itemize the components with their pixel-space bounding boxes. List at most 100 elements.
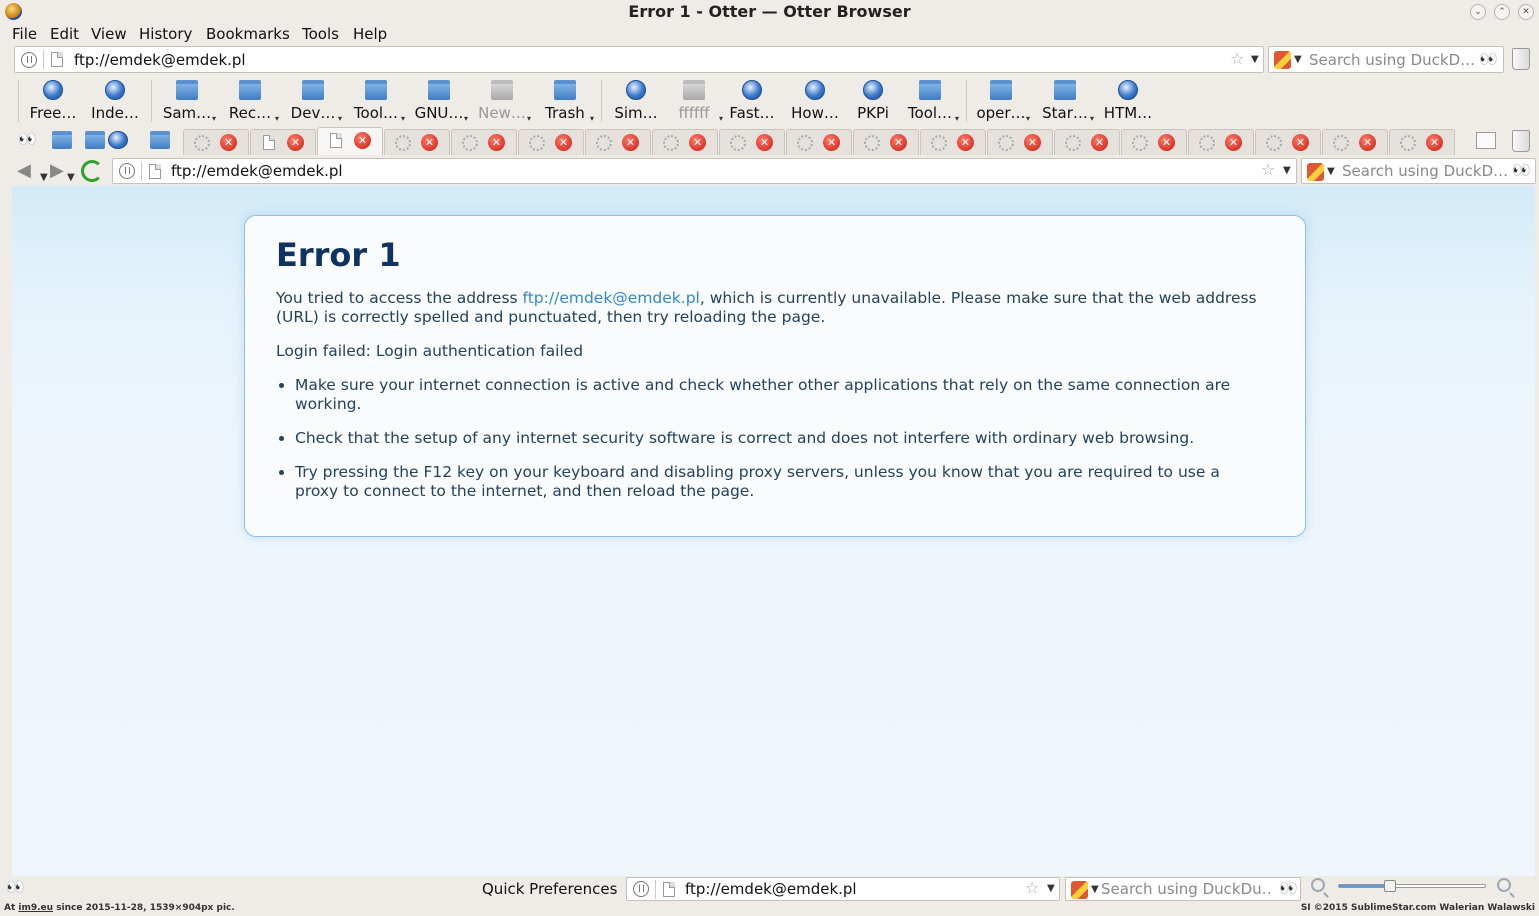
trash-icon[interactable] <box>1512 130 1530 152</box>
bookmark-item[interactable]: Sim… <box>605 76 667 126</box>
close-tab-icon[interactable]: ✕ <box>1359 134 1376 151</box>
binoculars-icon[interactable]: 👀 <box>1479 50 1498 68</box>
chevron-down-icon[interactable]: ▼ <box>67 172 75 183</box>
tab[interactable]: ✕ <box>183 129 249 155</box>
bookmark-star-icon[interactable]: ☆ <box>1025 878 1039 897</box>
close-tab-icon[interactable]: ✕ <box>756 134 773 151</box>
globe-icon[interactable] <box>119 163 135 179</box>
menu-tools[interactable]: Tools <box>302 25 339 43</box>
search-field-top[interactable]: ▼ Search using DuckD… 👀 <box>1268 46 1504 73</box>
binoculars-icon[interactable]: 👀 <box>1512 161 1531 179</box>
address-text[interactable]: ftp://emdek@emdek.pl <box>685 880 857 898</box>
menu-history[interactable]: History <box>139 25 192 43</box>
bookmark-item[interactable]: Inde… <box>84 76 146 126</box>
address-bar[interactable]: ftp://emdek@emdek.pl ☆ ▼ <box>112 158 1297 184</box>
folder-icon[interactable] <box>85 131 105 149</box>
globe-icon[interactable] <box>21 52 37 68</box>
close-tab-icon[interactable]: ✕ <box>1426 134 1443 151</box>
tab[interactable]: ✕ <box>451 129 517 155</box>
tab-active[interactable]: ✕ <box>317 127 383 155</box>
reload-icon[interactable] <box>81 160 103 182</box>
close-tab-icon[interactable]: ✕ <box>957 134 974 151</box>
folder-icon[interactable] <box>52 131 72 149</box>
back-arrow-icon[interactable]: ◀ <box>17 160 31 181</box>
bookmark-item[interactable]: Free… <box>22 76 84 126</box>
close-tab-icon[interactable]: ✕ <box>555 134 572 151</box>
close-tab-icon[interactable]: ✕ <box>1158 134 1175 151</box>
quick-preferences-button[interactable]: Quick Preferences <box>482 880 617 898</box>
search-placeholder[interactable]: Search using DuckDu… <box>1101 880 1273 898</box>
bookmark-item[interactable]: How… <box>784 76 846 126</box>
chevron-down-icon[interactable]: ▼ <box>1251 54 1259 65</box>
duckduckgo-icon[interactable] <box>1071 881 1088 899</box>
folder-icon[interactable] <box>150 131 170 149</box>
close-tab-icon[interactable]: ✕ <box>689 134 706 151</box>
bookmark-folder[interactable]: Star… ▾ <box>1034 76 1096 126</box>
chevron-down-icon[interactable]: ▼ <box>1047 883 1055 894</box>
tab[interactable]: ✕ <box>786 129 852 155</box>
bookmark-folder[interactable]: New… ▾ <box>471 76 533 126</box>
tab[interactable]: ✕ <box>384 129 450 155</box>
chevron-down-icon[interactable]: ▼ <box>40 172 48 183</box>
chevron-down-icon[interactable]: ▼ <box>1091 884 1099 895</box>
close-tab-icon[interactable]: ✕ <box>421 134 438 151</box>
bookmark-star-icon[interactable]: ☆ <box>1230 49 1244 68</box>
close-tab-icon[interactable]: ✕ <box>1024 134 1041 151</box>
chevron-down-icon[interactable]: ▼ <box>1294 54 1302 65</box>
tab[interactable]: ✕ <box>987 129 1053 155</box>
globe-icon[interactable] <box>633 881 649 897</box>
close-tab-icon[interactable]: ✕ <box>287 134 304 151</box>
tab[interactable]: ✕ <box>1121 129 1187 155</box>
binoculars-icon[interactable]: 👀 <box>6 878 25 896</box>
new-tab-icon[interactable] <box>1476 132 1496 149</box>
bookmark-folder[interactable]: Sam… ▾ <box>156 76 218 126</box>
bookmark-folder[interactable]: Tool… ▾ <box>345 76 407 126</box>
bookmark-item[interactable]: Fast… <box>721 76 783 126</box>
close-tab-icon[interactable]: ✕ <box>1091 134 1108 151</box>
tab[interactable]: ✕ <box>1322 129 1388 155</box>
tab[interactable]: ✕ <box>1054 129 1120 155</box>
duckduckgo-icon[interactable] <box>1274 51 1291 69</box>
menu-view[interactable]: View <box>91 25 127 43</box>
tab[interactable]: ✕ <box>250 129 316 155</box>
binoculars-icon[interactable]: 👀 <box>18 130 37 148</box>
tab[interactable]: ✕ <box>1389 129 1455 155</box>
address-bar-status[interactable]: ftp://emdek@emdek.pl ☆ ▼ <box>626 877 1060 901</box>
menu-file[interactable]: File <box>12 25 37 43</box>
bookmark-folder[interactable]: ffffff ▾ <box>663 76 725 126</box>
tab[interactable]: ✕ <box>853 129 919 155</box>
zoom-out-icon[interactable] <box>1311 878 1325 892</box>
zoom-in-icon[interactable] <box>1497 878 1511 892</box>
search-field[interactable]: ▼ Search using DuckD… 👀 <box>1301 158 1536 184</box>
bookmark-folder[interactable]: oper… ▾ <box>970 76 1032 126</box>
search-placeholder[interactable]: Search using DuckD… <box>1309 51 1474 69</box>
address-bar-top[interactable]: ftp://emdek@emdek.pl ☆ ▼ <box>14 46 1264 73</box>
bookmark-folder[interactable]: GNU… ▾ <box>408 76 470 126</box>
bookmark-folder[interactable]: Dev… ▾ <box>282 76 344 126</box>
bookmark-folder[interactable]: Trash ▾ <box>534 76 596 126</box>
chevron-down-icon[interactable]: ▼ <box>1327 166 1335 177</box>
address-text[interactable]: ftp://emdek@emdek.pl <box>171 162 343 180</box>
menu-help[interactable]: Help <box>353 25 387 43</box>
close-tab-icon[interactable]: ✕ <box>890 134 907 151</box>
bookmark-folder[interactable]: Tool… ▾ <box>899 76 961 126</box>
search-field-status[interactable]: ▼ Search using DuckDu… 👀 <box>1065 877 1301 901</box>
search-placeholder[interactable]: Search using DuckD… <box>1342 162 1507 180</box>
bookmark-item[interactable]: PKPi <box>842 76 904 126</box>
chevron-down-icon[interactable]: ▼ <box>1283 165 1291 176</box>
address-text[interactable]: ftp://emdek@emdek.pl <box>74 51 246 69</box>
error-url-link[interactable]: ftp://emdek@emdek.pl <box>523 289 700 307</box>
menu-edit[interactable]: Edit <box>50 25 79 43</box>
bookmark-star-icon[interactable]: ☆ <box>1261 160 1275 179</box>
tab[interactable]: ✕ <box>1255 129 1321 155</box>
maximize-button[interactable]: ⌃ <box>1494 4 1510 20</box>
trash-icon[interactable] <box>1512 48 1530 70</box>
forward-arrow-icon[interactable]: ▶ <box>50 160 64 181</box>
close-tab-icon[interactable]: ✕ <box>1225 134 1242 151</box>
close-tab-icon[interactable]: ✕ <box>488 134 505 151</box>
tab[interactable]: ✕ <box>920 129 986 155</box>
close-tab-icon[interactable]: ✕ <box>622 134 639 151</box>
menu-bookmarks[interactable]: Bookmarks <box>206 25 290 43</box>
tab[interactable]: ✕ <box>585 129 651 155</box>
bookmark-folder[interactable]: Rec… ▾ <box>219 76 281 126</box>
